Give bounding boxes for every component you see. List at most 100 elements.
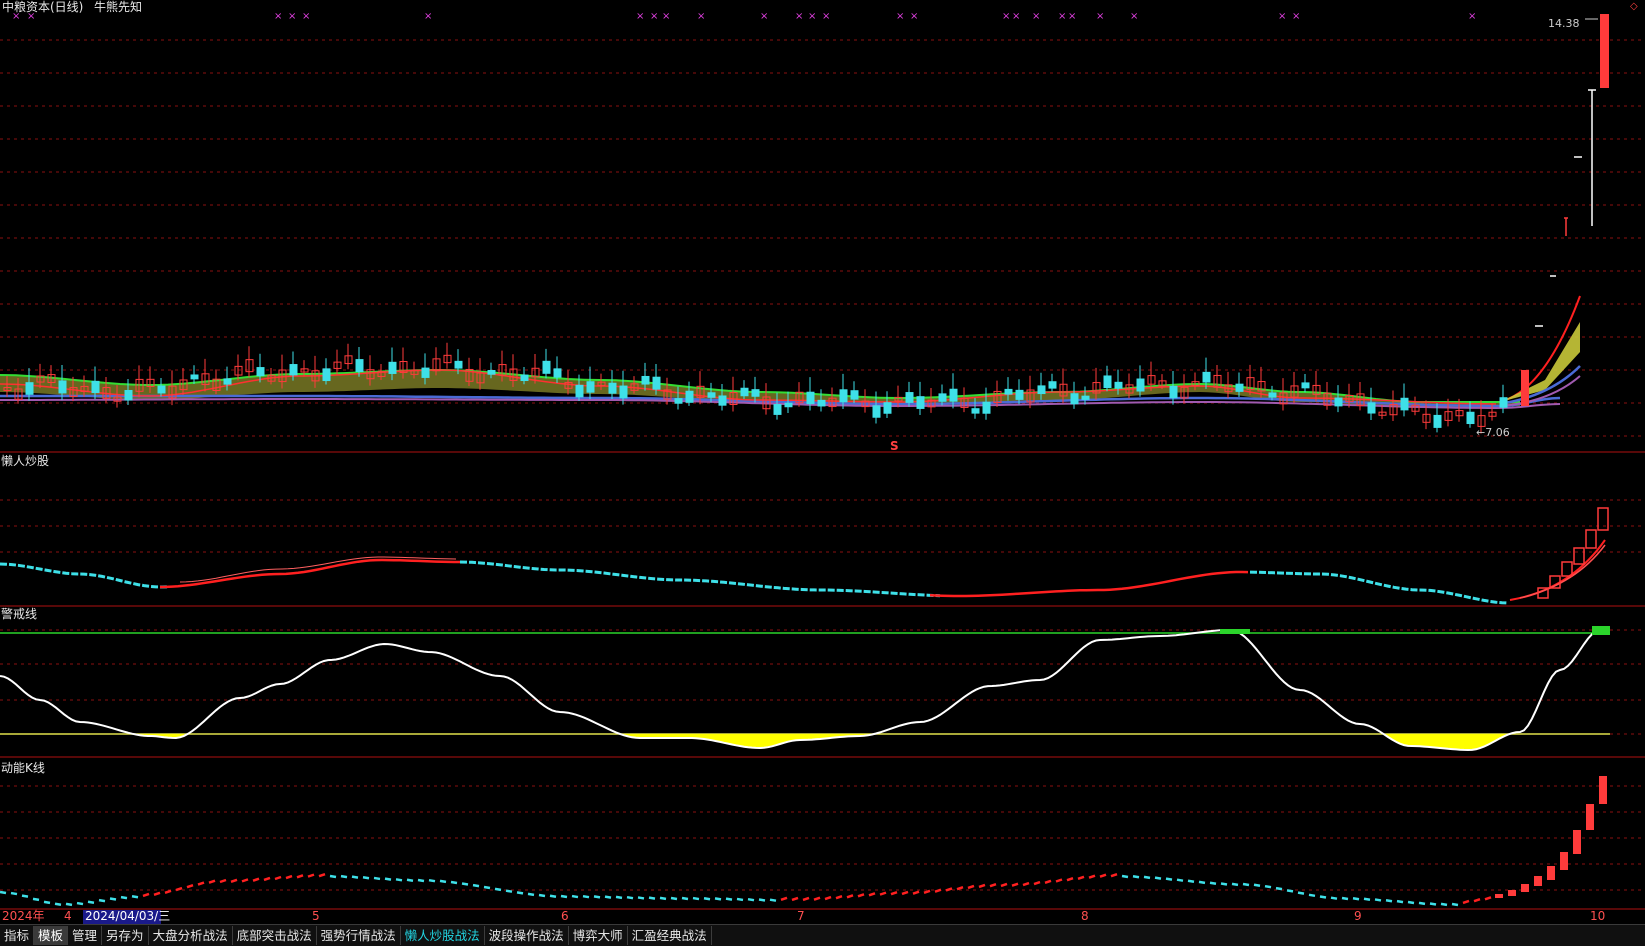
kinetic-bar [736, 897, 744, 902]
kinetic-panel-title: 动能K线 [1, 761, 45, 775]
kinetic-bar [890, 890, 898, 896]
tab-game-master[interactable]: 博弈大师 [569, 926, 628, 945]
kinetic-bar [604, 895, 612, 899]
kinetic-bar [835, 895, 843, 900]
candle-body [256, 367, 265, 377]
chart-area[interactable]: × × × × × × × × × × × × × × × × × × × × × × × × × × 中粮资本(日线) 牛熊先知… [0, 0, 1645, 924]
tab-indicator[interactable]: 指标 [0, 926, 35, 945]
candle-body [223, 378, 232, 385]
lazy-line-cyan [1249, 570, 1509, 605]
candle-body [1081, 395, 1090, 400]
signal-x-marker: × [896, 11, 904, 22]
kinetic-bar [21, 894, 29, 898]
kinetic-bar [1187, 879, 1195, 884]
month-tick-5: 5 [312, 909, 320, 923]
warning-green-zone [1592, 626, 1610, 635]
kinetic-rise-bar [1495, 894, 1503, 898]
lazy-rise-line [1509, 539, 1606, 601]
kinetic-bar [1275, 886, 1283, 891]
candle-body [91, 380, 100, 394]
tab-market-analysis[interactable]: 大盘分析战法 [149, 926, 233, 945]
signal-x-marker: × [1012, 11, 1020, 22]
kinetic-bar [769, 898, 777, 902]
tab-huiying-classic[interactable]: 汇盈经典战法 [628, 926, 712, 945]
kinetic-bar [1462, 899, 1470, 905]
candle-body [190, 374, 199, 380]
lazy-line-cyan [459, 560, 941, 598]
candle-body [1169, 385, 1178, 399]
tab-lazy-trading[interactable]: 懒人炒股战法 [401, 926, 485, 945]
kinetic-bar [1231, 882, 1239, 887]
kinetic-bar [670, 896, 678, 901]
candle-body [674, 398, 683, 404]
candle-body [355, 359, 364, 373]
candle-body [487, 370, 496, 375]
kinetic-rise-bar [1521, 884, 1529, 892]
candle-body [289, 364, 298, 376]
kinetic-bar [1253, 883, 1261, 887]
signal-x-marker: × [1096, 11, 1104, 22]
kinetic-bar [1066, 876, 1074, 882]
year-label: 2024年 [2, 909, 45, 923]
tab-bottom-breakout[interactable]: 底部突击战法 [233, 926, 317, 945]
kinetic-bar [1484, 896, 1492, 901]
kinetic-bar [560, 894, 568, 899]
kinetic-bar [1341, 896, 1349, 901]
kinetic-bar [76, 901, 84, 906]
kinetic-bar [307, 873, 315, 878]
kinetic-bar [780, 896, 788, 902]
kinetic-bar [483, 885, 491, 890]
kinetic-rise-bar [1599, 776, 1607, 804]
candle-body [1433, 414, 1442, 428]
candle-body [1301, 382, 1310, 389]
signal-x-marker: × [1292, 11, 1300, 22]
kinetic-bar [1385, 899, 1393, 903]
candle-body [25, 382, 34, 395]
kinetic-bar [1077, 875, 1085, 881]
month-tick-6: 6 [561, 909, 569, 923]
candle-body [1521, 370, 1529, 406]
tab-swing-trading[interactable]: 波段操作战法 [485, 926, 569, 945]
kinetic-bar [1352, 896, 1360, 901]
kinetic-bar [1418, 901, 1426, 906]
kinetic-bar [1088, 874, 1096, 879]
tab-save-as[interactable]: 另存为 [102, 926, 149, 945]
kinetic-bar [461, 882, 469, 886]
kinetic-bar [846, 894, 854, 899]
candle-body [1037, 385, 1046, 395]
candle-body [1334, 397, 1343, 407]
kinetic-bar [1044, 879, 1052, 885]
kinetic-bar [1121, 874, 1129, 879]
tab-manage[interactable]: 管理 [68, 926, 103, 945]
kinetic-bar [1099, 873, 1107, 878]
candle-body [575, 384, 584, 398]
month-tick-7: 7 [797, 909, 805, 923]
sell-signal-marker: S [890, 439, 899, 453]
tab-strong-trend[interactable]: 强势行情战法 [317, 926, 401, 945]
kinetic-bar [384, 877, 392, 881]
kinetic-bar [32, 897, 40, 902]
candle-body [971, 408, 980, 414]
month-tick-9: 9 [1354, 909, 1362, 923]
kinetic-bar [318, 872, 326, 878]
candle-body [916, 396, 925, 409]
candle-body [1136, 378, 1145, 392]
candle-body [520, 374, 529, 382]
lazy-step-box [1597, 507, 1609, 531]
kinetic-bar [1374, 898, 1382, 902]
kinetic-bar [450, 880, 458, 885]
candle-body [586, 381, 595, 393]
candle-body [707, 392, 716, 398]
warning-line [0, 628, 1601, 752]
warning-yellow-zone [624, 734, 872, 748]
tab-template[interactable]: 模板 [34, 926, 69, 945]
signal-x-marker: × [424, 11, 432, 22]
high-price-label: 14.38 [1548, 17, 1580, 30]
candle-body [883, 402, 892, 414]
breakout-ribbon [1500, 322, 1580, 402]
kinetic-bar [208, 879, 216, 884]
kinetic-bar [1176, 878, 1184, 882]
signal-x-marker: × [808, 11, 816, 22]
kinetic-bar [428, 878, 436, 883]
kinetic-bar [417, 878, 425, 883]
